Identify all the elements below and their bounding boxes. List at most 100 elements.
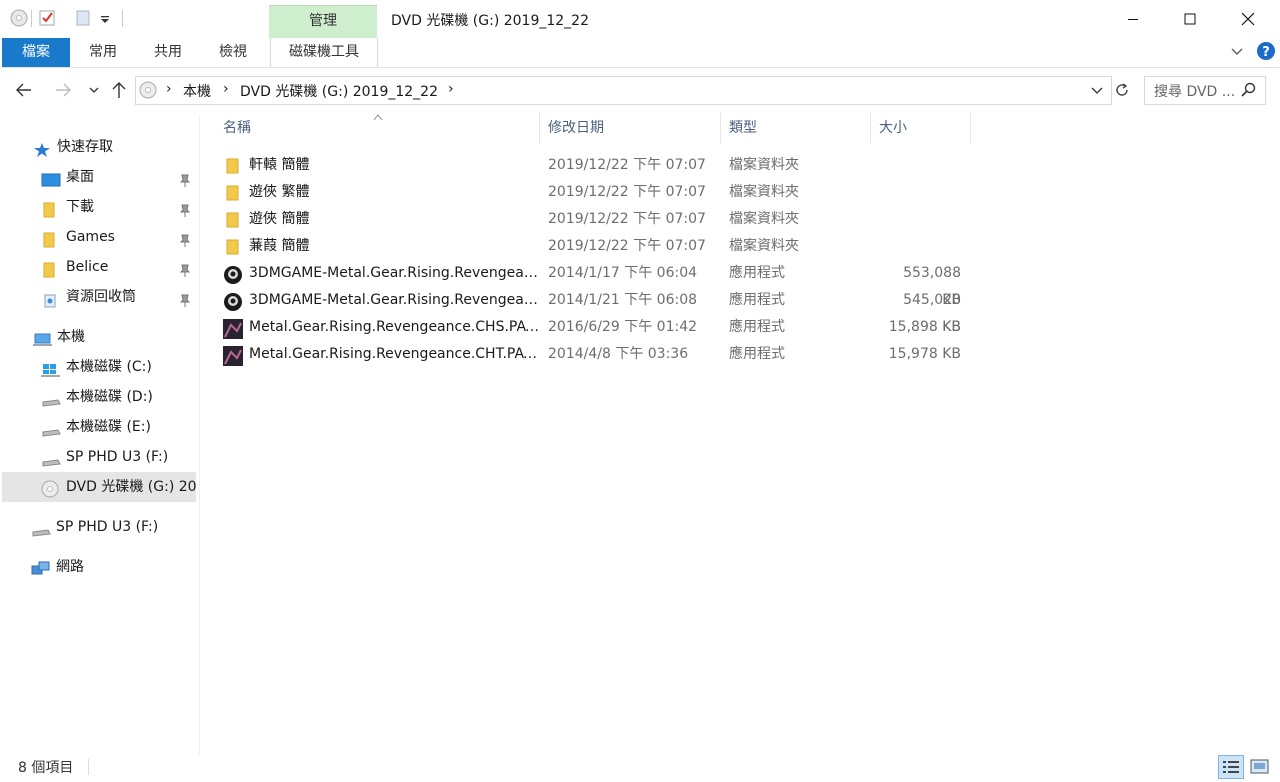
arrow-right-icon bbox=[56, 83, 71, 97]
sidebar-item-quick-access[interactable]: 快速存取 bbox=[30, 132, 195, 162]
sidebar-item-desktop[interactable]: 桌面 bbox=[38, 162, 198, 192]
file-row[interactable]: Metal.Gear.Rising.Revengeance.CHT.PATCH … bbox=[215, 341, 975, 368]
pin-icon[interactable] bbox=[178, 289, 192, 307]
up-button[interactable] bbox=[108, 79, 130, 101]
expand-ribbon-button[interactable] bbox=[1230, 44, 1244, 62]
close-icon bbox=[1241, 12, 1255, 26]
sidebar-item-label: 本機磁碟 (C:) bbox=[66, 359, 152, 375]
breadcrumb-separator[interactable]: › bbox=[166, 81, 172, 97]
customize-toolbar-icon[interactable] bbox=[98, 9, 116, 27]
search-input-placeholder[interactable]: 搜尋 DVD ... bbox=[1154, 81, 1235, 101]
sidebar-item-external-drive[interactable]: SP PHD U3 (F:) bbox=[30, 512, 195, 542]
file-row[interactable]: 遊俠 簡體 2019/12/22 下午 07:07 檔案資料夾 bbox=[215, 206, 975, 233]
new-folder-icon[interactable] bbox=[74, 9, 92, 27]
sidebar-item-label: Games bbox=[66, 229, 115, 245]
ribbon-tabs: 檔案 常用 共用 檢視 磁碟機工具 ? bbox=[0, 38, 1280, 68]
sidebar-item-this-pc[interactable]: 本機 bbox=[30, 322, 195, 352]
tab-view[interactable]: 檢視 bbox=[206, 38, 260, 67]
pin-icon[interactable] bbox=[178, 259, 192, 277]
app-3dm-icon bbox=[223, 292, 243, 311]
sidebar-item-downloads[interactable]: 下載 bbox=[38, 192, 198, 222]
help-icon: ? bbox=[1257, 42, 1275, 60]
refresh-icon bbox=[1116, 83, 1128, 96]
file-row[interactable]: 軒轅 簡體 2019/12/22 下午 07:07 檔案資料夾 bbox=[215, 152, 975, 179]
divider bbox=[88, 759, 89, 775]
tab-drive-tools[interactable]: 磁碟機工具 bbox=[270, 38, 378, 67]
pin-icon[interactable] bbox=[178, 169, 192, 187]
breadcrumb-this-pc[interactable]: 本機 bbox=[183, 81, 211, 101]
file-date: 2016/6/29 下午 01:42 bbox=[548, 319, 698, 335]
tab-home[interactable]: 常用 bbox=[78, 38, 128, 67]
sidebar-item-belice[interactable]: Belice bbox=[38, 252, 198, 282]
minimize-button[interactable] bbox=[1104, 0, 1162, 38]
sidebar-item-drive-g[interactable]: DVD 光碟機 (G:) 2019_12_22 bbox=[2, 472, 196, 502]
address-bar[interactable]: › 本機 › DVD 光碟機 (G:) 2019_12_22 › bbox=[135, 76, 1112, 105]
search-icon[interactable] bbox=[1241, 82, 1257, 102]
large-icons-view-button[interactable] bbox=[1248, 756, 1272, 782]
file-type: 檔案資料夾 bbox=[729, 157, 799, 173]
tab-file[interactable]: 檔案 bbox=[2, 38, 70, 67]
breadcrumb-separator[interactable]: › bbox=[448, 81, 454, 97]
folder-icon bbox=[223, 238, 243, 256]
minimize-icon bbox=[1128, 19, 1138, 20]
sidebar-item-recycle-bin[interactable]: 資源回收筒 bbox=[38, 282, 198, 312]
help-button[interactable]: ? bbox=[1256, 41, 1276, 65]
properties-icon[interactable] bbox=[38, 9, 56, 27]
sidebar-item-drive-c[interactable]: 本機磁碟 (C:) bbox=[38, 352, 198, 382]
file-type: 應用程式 bbox=[729, 292, 785, 308]
details-view-icon bbox=[1223, 761, 1239, 773]
dvd-drive-icon bbox=[41, 479, 59, 498]
file-name: Metal.Gear.Rising.Revengeance.CHT.PATCH bbox=[249, 346, 539, 362]
close-button[interactable] bbox=[1219, 0, 1277, 38]
file-row[interactable]: 3DMGAME-Metal.Gear.Rising.Revengeance 20… bbox=[215, 287, 975, 335]
column-header-name[interactable]: 名稱 bbox=[215, 113, 540, 143]
file-date: 2019/12/22 下午 07:07 bbox=[548, 238, 706, 254]
address-history-button[interactable] bbox=[1090, 83, 1104, 101]
sidebar-item-label: 本機 bbox=[57, 329, 85, 345]
sidebar-item-drive-e[interactable]: 本機磁碟 (E:) bbox=[38, 412, 198, 442]
breadcrumb-dvd-drive[interactable]: DVD 光碟機 (G:) 2019_12_22 bbox=[240, 81, 438, 101]
sidebar-item-label: 網路 bbox=[56, 559, 84, 575]
recent-locations-button[interactable] bbox=[83, 79, 105, 101]
maximize-icon bbox=[1184, 13, 1196, 25]
divider bbox=[122, 10, 123, 27]
sidebar-item-label: 本機磁碟 (E:) bbox=[66, 419, 151, 435]
folder-icon bbox=[43, 229, 61, 248]
dvd-drive-icon bbox=[139, 81, 157, 103]
file-type: 應用程式 bbox=[729, 346, 785, 362]
file-date: 2019/12/22 下午 07:07 bbox=[548, 211, 706, 227]
pin-icon[interactable] bbox=[178, 199, 192, 217]
details-view-button[interactable] bbox=[1218, 755, 1244, 779]
file-date: 2014/4/8 下午 03:36 bbox=[548, 346, 689, 362]
manage-tab[interactable]: 管理 bbox=[269, 5, 377, 39]
file-row[interactable]: 遊俠 繁體 2019/12/22 下午 07:07 檔案資料夾 bbox=[215, 179, 975, 206]
sidebar-item-games[interactable]: Games bbox=[38, 222, 198, 252]
sidebar-item-drive-d[interactable]: 本機磁碟 (D:) bbox=[38, 382, 198, 412]
pin-icon[interactable] bbox=[178, 229, 192, 247]
file-row[interactable]: Metal.Gear.Rising.Revengeance.CHS.PATCH … bbox=[215, 314, 975, 341]
tab-share[interactable]: 共用 bbox=[140, 38, 196, 67]
file-name: 3DMGAME-Metal.Gear.Rising.Revengeance bbox=[249, 292, 539, 308]
file-row[interactable]: 3DMGAME-Metal.Gear.Rising.Revengeance 20… bbox=[215, 260, 975, 308]
back-button[interactable] bbox=[13, 79, 35, 101]
maximize-button[interactable] bbox=[1161, 0, 1219, 38]
file-date: 2019/12/22 下午 07:07 bbox=[548, 157, 706, 173]
file-type: 檔案資料夾 bbox=[729, 184, 799, 200]
usb-drive-icon bbox=[31, 519, 51, 537]
column-header-date[interactable]: 修改日期 bbox=[540, 113, 721, 143]
item-count: 8 個項目 bbox=[18, 760, 74, 776]
sidebar-item-label: 下載 bbox=[66, 199, 94, 215]
sidebar-item-drive-f[interactable]: SP PHD U3 (F:) bbox=[38, 442, 198, 472]
chevron-down-icon bbox=[89, 87, 99, 93]
svg-text:?: ? bbox=[1262, 45, 1270, 60]
recycle-bin-icon bbox=[42, 289, 60, 308]
search-box[interactable]: 搜尋 DVD ... bbox=[1144, 76, 1266, 105]
star-icon bbox=[33, 139, 51, 157]
breadcrumb-separator[interactable]: › bbox=[223, 81, 229, 97]
forward-button[interactable] bbox=[52, 79, 74, 101]
file-row[interactable]: 蒹葭 簡體 2019/12/22 下午 07:07 檔案資料夾 bbox=[215, 233, 975, 260]
column-header-size[interactable]: 大小 bbox=[871, 113, 971, 143]
refresh-button[interactable] bbox=[1111, 79, 1133, 101]
sidebar-item-network[interactable]: 網路 bbox=[30, 552, 195, 582]
column-header-type[interactable]: 類型 bbox=[721, 113, 871, 143]
